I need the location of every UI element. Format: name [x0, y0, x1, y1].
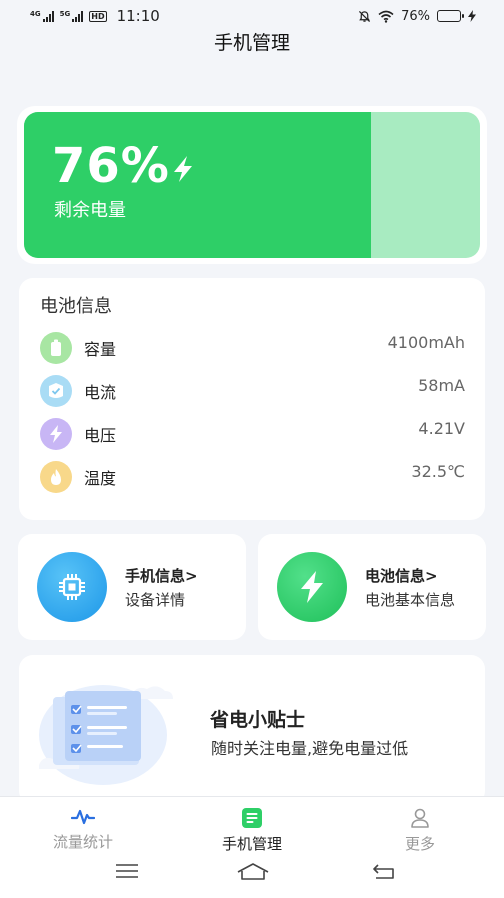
user-icon: [411, 808, 429, 828]
system-navigation-bar: [0, 858, 504, 892]
nav-label-more: 更多: [404, 835, 435, 853]
nav-label-phone-manage: 手机管理: [221, 835, 282, 853]
phone-info-card[interactable]: 手机信息> 设备详情: [18, 534, 246, 640]
nav-item-phone-manage[interactable]: 手机管理: [197, 807, 307, 854]
document-icon: [242, 808, 262, 828]
current-label: 电流: [84, 382, 117, 402]
phone-info-text: 手机信息> 设备详情: [125, 565, 198, 610]
info-row-current: 电流 58mA: [40, 369, 465, 412]
tips-subtitle: 随时关注电量,避免电量过低: [211, 739, 409, 758]
battery-status-icon: [437, 10, 464, 22]
current-icon: [40, 374, 72, 407]
battery-capacity-icon: [40, 331, 72, 364]
nav-label-traffic-stats: 流量统计: [52, 833, 113, 851]
back-icon[interactable]: [372, 862, 396, 882]
cellular-signal-icon-2: 5G: [60, 10, 84, 22]
mute-icon: [359, 10, 371, 22]
battery-percent-display: 76%: [52, 138, 194, 194]
power-saving-tips-card[interactable]: 省电小贴士 随时关注电量,避免电量过低: [19, 655, 485, 805]
info-row-voltage: 电压 4.21V: [40, 412, 465, 455]
cellular-signal-icon: 4G: [30, 10, 54, 22]
wifi-icon: [378, 10, 394, 23]
temperature-label: 温度: [84, 468, 117, 488]
checklist-illustration: [39, 685, 173, 785]
battery-entry-text: 电池信息> 电池基本信息: [365, 565, 455, 610]
network-type-1: 4G: [30, 10, 41, 18]
voltage-icon: [40, 417, 72, 450]
battery-entry-subtitle: 电池基本信息: [365, 590, 456, 609]
pulse-icon: [71, 809, 95, 825]
hd-voice-icon: HD: [89, 10, 107, 22]
battery-info-card: 电池信息 容量 4100mAh 电流 58mA 电压 4.21V 温度 32.5…: [19, 278, 485, 520]
tips-title: 省电小贴士: [210, 709, 306, 731]
battery-remaining-label: 剩余电量: [54, 200, 126, 221]
chip-icon: [37, 552, 107, 622]
status-left: 4G 5G HD 11:10: [30, 7, 160, 25]
capacity-label: 容量: [84, 339, 117, 359]
phone-info-subtitle: 设备详情: [125, 590, 186, 609]
phone-info-title: 手机信息>: [125, 566, 198, 585]
battery-percent-text: 76%: [52, 138, 170, 194]
voltage-value: 4.21V: [418, 419, 465, 438]
status-time: 11:10: [116, 7, 160, 25]
battery-info-title: 电池信息: [40, 296, 112, 317]
info-row-capacity: 容量 4100mAh: [40, 326, 465, 369]
battery-info-entry-card[interactable]: 电池信息> 电池基本信息: [258, 534, 486, 640]
charging-icon: [468, 10, 476, 22]
charging-bolt-icon: [173, 156, 192, 182]
status-battery-percent: 76%: [401, 8, 430, 24]
network-type-2: 5G: [59, 10, 71, 18]
temperature-icon: [40, 460, 72, 493]
battery-level-card: 76% 剩余电量: [17, 106, 487, 264]
current-value: 58mA: [418, 376, 465, 395]
menu-icon[interactable]: [115, 862, 139, 880]
home-icon[interactable]: [236, 862, 270, 882]
page-title: 手机管理: [213, 32, 290, 54]
capacity-value: 4100mAh: [387, 333, 465, 352]
info-row-temperature: 温度 32.5℃: [40, 455, 465, 498]
battery-entry-title: 电池信息>: [365, 566, 438, 585]
status-right: 76%: [358, 9, 476, 24]
nav-item-more[interactable]: 更多: [365, 807, 475, 854]
nav-item-traffic-stats[interactable]: 流量统计: [28, 807, 138, 852]
voltage-label: 电压: [84, 425, 117, 445]
lightning-icon: [277, 552, 347, 622]
battery-level-bar: 76% 剩余电量: [24, 112, 480, 258]
temperature-value: 32.5℃: [411, 462, 465, 481]
